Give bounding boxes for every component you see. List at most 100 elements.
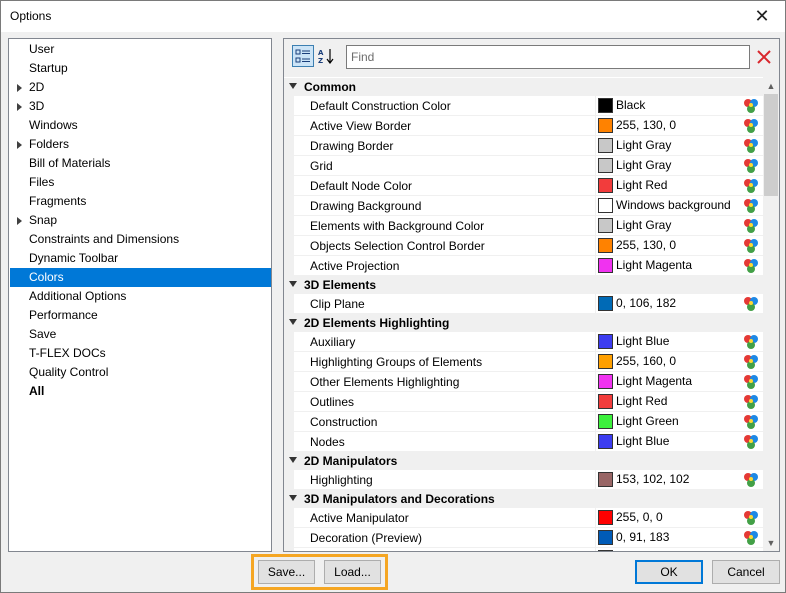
collapse-arrow-icon[interactable] bbox=[289, 457, 297, 463]
category-row[interactable]: 3D Manipulators and Decorations bbox=[284, 490, 763, 508]
expand-arrow-icon[interactable] bbox=[17, 217, 22, 225]
property-row[interactable] bbox=[284, 548, 763, 551]
property-row[interactable]: Nodes Light Blue bbox=[284, 432, 763, 452]
property-value[interactable] bbox=[596, 548, 763, 551]
tree-item[interactable]: Constraints and Dimensions bbox=[10, 230, 271, 249]
tree-item[interactable]: Windows bbox=[10, 116, 271, 135]
tree-item[interactable]: Save bbox=[10, 325, 271, 344]
collapse-arrow-icon[interactable] bbox=[289, 83, 297, 89]
close-button[interactable]: ✕ bbox=[739, 1, 785, 32]
tree-item[interactable]: Fragments bbox=[10, 192, 271, 211]
tree-item[interactable]: Bill of Materials bbox=[10, 154, 271, 173]
tree-item[interactable]: User bbox=[10, 40, 271, 59]
property-value[interactable]: Light Gray bbox=[596, 136, 763, 156]
tree-item[interactable]: All bbox=[10, 382, 271, 401]
property-value[interactable]: Black bbox=[596, 96, 763, 116]
categorized-button[interactable] bbox=[292, 45, 314, 67]
color-picker-icon[interactable] bbox=[742, 333, 760, 351]
tree-item[interactable]: Startup bbox=[10, 59, 271, 78]
scroll-thumb[interactable] bbox=[764, 94, 778, 196]
color-picker-icon[interactable] bbox=[742, 509, 760, 527]
property-row[interactable]: Elements with Background Color Light Gray bbox=[284, 216, 763, 236]
property-value[interactable]: Windows background bbox=[596, 196, 763, 216]
color-picker-icon[interactable] bbox=[742, 157, 760, 175]
tree-item[interactable]: Dynamic Toolbar bbox=[10, 249, 271, 268]
property-row[interactable]: Objects Selection Control Border 255, 130… bbox=[284, 236, 763, 256]
tree-item[interactable]: Performance bbox=[10, 306, 271, 325]
expand-arrow-icon[interactable] bbox=[17, 84, 22, 92]
color-picker-icon[interactable] bbox=[742, 237, 760, 255]
property-value[interactable]: Light Gray bbox=[596, 156, 763, 176]
color-picker-icon[interactable] bbox=[742, 413, 760, 431]
property-row[interactable]: Grid Light Gray bbox=[284, 156, 763, 176]
property-row[interactable]: Highlighting Groups of Elements 255, 160,… bbox=[284, 352, 763, 372]
property-value[interactable]: Light Gray bbox=[596, 216, 763, 236]
property-row[interactable]: Drawing Border Light Gray bbox=[284, 136, 763, 156]
category-row[interactable]: 3D Elements bbox=[284, 276, 763, 294]
property-row[interactable]: Highlighting 153, 102, 102 bbox=[284, 470, 763, 490]
property-row[interactable]: Default Construction Color Black bbox=[284, 96, 763, 116]
color-picker-icon[interactable] bbox=[742, 393, 760, 411]
color-picker-icon[interactable] bbox=[742, 529, 760, 547]
load-button[interactable]: Load... bbox=[324, 560, 381, 584]
tree-item[interactable]: T-FLEX DOCs bbox=[10, 344, 271, 363]
collapse-arrow-icon[interactable] bbox=[289, 281, 297, 287]
color-picker-icon[interactable] bbox=[742, 353, 760, 371]
property-value[interactable]: Light Magenta bbox=[596, 256, 763, 276]
property-value[interactable]: 255, 130, 0 bbox=[596, 116, 763, 136]
property-value[interactable]: 255, 160, 0 bbox=[596, 352, 763, 372]
property-row[interactable]: Active Projection Light Magenta bbox=[284, 256, 763, 276]
tree-item[interactable]: Files bbox=[10, 173, 271, 192]
color-picker-icon[interactable] bbox=[742, 471, 760, 489]
property-value[interactable]: Light Blue bbox=[596, 332, 763, 352]
property-value[interactable]: Light Red bbox=[596, 392, 763, 412]
scroll-down-arrow[interactable]: ▼ bbox=[763, 534, 779, 551]
category-row[interactable]: 2D Elements Highlighting bbox=[284, 314, 763, 332]
scroll-up-arrow[interactable]: ▲ bbox=[763, 77, 779, 94]
property-row[interactable]: Default Node Color Light Red bbox=[284, 176, 763, 196]
color-picker-icon[interactable] bbox=[742, 177, 760, 195]
tree-item[interactable]: Additional Options bbox=[10, 287, 271, 306]
property-value[interactable]: 0, 91, 183 bbox=[596, 528, 763, 548]
cancel-button[interactable]: Cancel bbox=[712, 560, 780, 584]
save-button[interactable]: Save... bbox=[258, 560, 315, 584]
tree-item[interactable]: Folders bbox=[10, 135, 271, 154]
expand-arrow-icon[interactable] bbox=[17, 103, 22, 111]
color-picker-icon[interactable] bbox=[742, 217, 760, 235]
color-picker-icon[interactable] bbox=[742, 257, 760, 275]
tree-item[interactable]: 2D bbox=[10, 78, 271, 97]
property-row[interactable]: Active View Border 255, 130, 0 bbox=[284, 116, 763, 136]
color-picker-icon[interactable] bbox=[742, 197, 760, 215]
category-row[interactable]: Common bbox=[284, 78, 763, 96]
vertical-scrollbar[interactable]: ▲ ▼ bbox=[763, 77, 779, 551]
property-value[interactable]: Light Blue bbox=[596, 432, 763, 452]
color-picker-icon[interactable] bbox=[742, 97, 760, 115]
category-row[interactable]: 2D Manipulators bbox=[284, 452, 763, 470]
property-value[interactable]: Light Green bbox=[596, 412, 763, 432]
property-value[interactable]: Light Red bbox=[596, 176, 763, 196]
sort-az-button[interactable]: A Z bbox=[315, 45, 337, 67]
property-value[interactable]: Light Magenta bbox=[596, 372, 763, 392]
expand-arrow-icon[interactable] bbox=[17, 141, 22, 149]
color-picker-icon[interactable] bbox=[742, 137, 760, 155]
property-value[interactable]: 255, 130, 0 bbox=[596, 236, 763, 256]
ok-button[interactable]: OK bbox=[635, 560, 703, 584]
tree-item[interactable]: Quality Control bbox=[10, 363, 271, 382]
property-row[interactable]: Auxiliary Light Blue bbox=[284, 332, 763, 352]
tree-item[interactable]: Snap bbox=[10, 211, 271, 230]
options-tree[interactable]: User Startup 2D 3D Windows Folders Bill of Mat… bbox=[8, 38, 272, 552]
property-row[interactable]: Outlines Light Red bbox=[284, 392, 763, 412]
property-value[interactable]: 255, 0, 0 bbox=[596, 508, 763, 528]
collapse-arrow-icon[interactable] bbox=[289, 495, 297, 501]
color-picker-icon[interactable] bbox=[742, 549, 760, 551]
tree-item[interactable]: 3D bbox=[10, 97, 271, 116]
clear-find-button[interactable] bbox=[752, 45, 776, 69]
property-value[interactable]: 0, 106, 182 bbox=[596, 294, 763, 314]
property-row[interactable]: Active Manipulator 255, 0, 0 bbox=[284, 508, 763, 528]
collapse-arrow-icon[interactable] bbox=[289, 319, 297, 325]
property-row[interactable]: Decoration (Preview) 0, 91, 183 bbox=[284, 528, 763, 548]
color-picker-icon[interactable] bbox=[742, 433, 760, 451]
color-picker-icon[interactable] bbox=[742, 117, 760, 135]
tree-item[interactable]: Colors bbox=[10, 268, 271, 287]
property-value[interactable]: 153, 102, 102 bbox=[596, 470, 763, 490]
